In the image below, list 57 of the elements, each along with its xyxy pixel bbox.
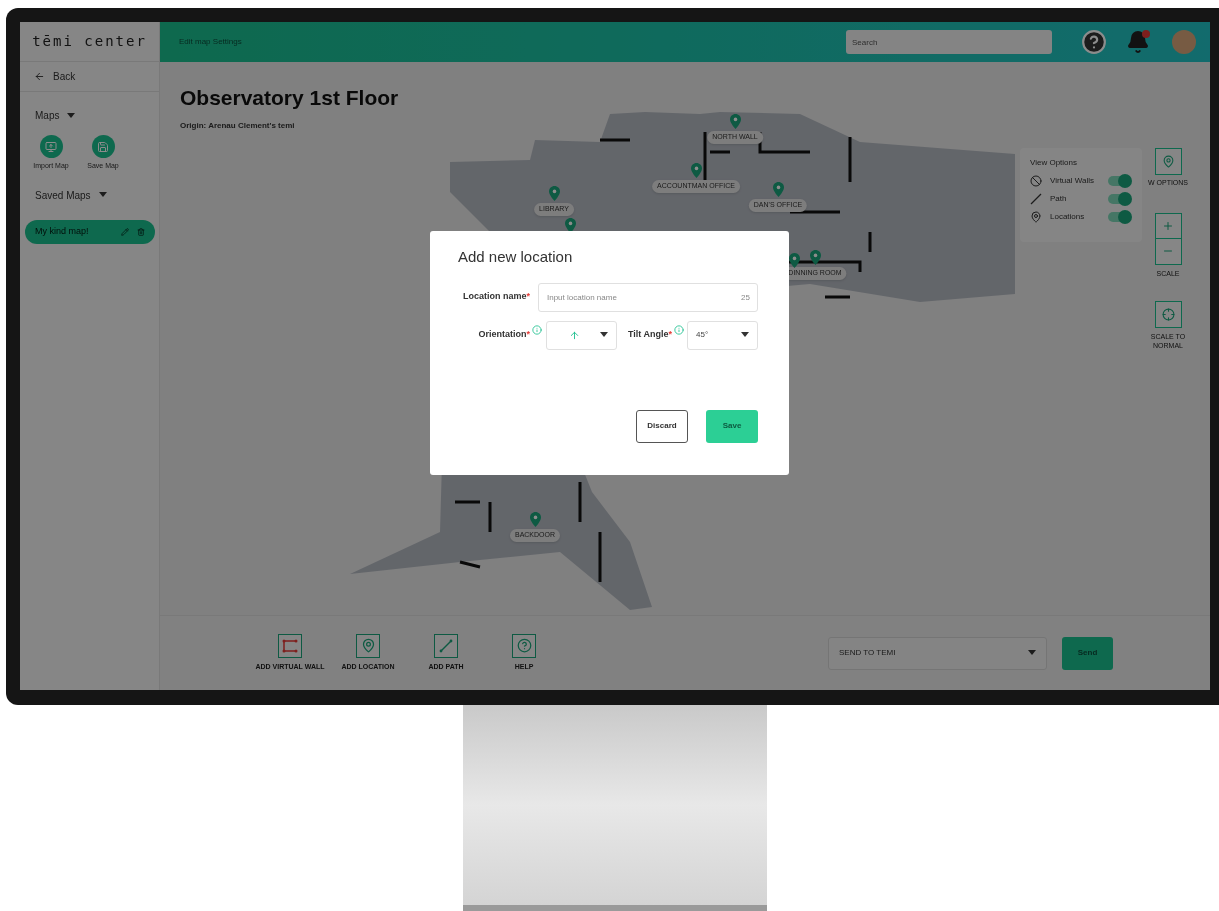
map-origin: Origin: Arenau Clement's temi [180,119,295,132]
orientation-select[interactable] [546,320,617,350]
map-pin-icon[interactable] [788,253,800,268]
required-mark: * [526,291,530,302]
maps-menu[interactable]: Maps [35,108,76,123]
toggle-switch[interactable] [1108,194,1130,204]
map-pin-icon [1030,211,1042,223]
save-button[interactable]: Save [706,409,758,443]
help-icon[interactable] [1081,29,1107,55]
character-counter: 25 [741,291,750,304]
toggle-switch[interactable] [1108,212,1130,222]
back-button[interactable]: Back [20,62,159,92]
required-mark: * [526,329,530,340]
plus-icon [1162,219,1174,232]
logo: tēmi center [32,32,147,51]
field-label: Tilt Angle* [628,328,672,342]
info-icon[interactable] [674,324,684,335]
map-pin-icon [1161,155,1175,168]
caret-icon [741,332,749,338]
toggle-switch[interactable] [1108,176,1130,186]
saved-map-name: My kind map! [35,224,90,238]
map-title: Observatory 1st Floor [180,85,399,111]
rectangle-icon [282,638,298,653]
import-icon [45,140,57,153]
view-options-button[interactable] [1154,148,1182,175]
prohibited-icon [1030,175,1042,187]
field-label: Orientation* [477,328,530,342]
option-label: Path [1050,193,1068,205]
search-field[interactable]: Search [846,30,1052,54]
option-label: Virtual Walls [1050,175,1095,187]
scale-to-normal-button[interactable] [1154,301,1182,328]
line-icon [439,638,453,653]
save-map-button[interactable] [91,135,115,158]
required-mark: * [668,329,672,340]
line-icon [1030,193,1042,205]
arrow-up-icon [569,329,580,341]
saved-maps-menu[interactable]: Saved Maps [35,187,107,203]
dialog-title: Add new location [458,247,574,267]
caret-icon [600,332,608,338]
back-arrow-icon [34,71,45,82]
send-target-dropdown[interactable]: SEND TO TEMI [828,636,1047,670]
crosshair-icon [1161,308,1175,321]
field-label: Location name* [461,290,530,304]
saved-map-item[interactable]: My kind map! [25,219,155,244]
map-pin-icon [360,638,376,654]
import-map-button[interactable] [39,135,63,158]
option-label: Locations [1050,211,1086,223]
discard-button[interactable]: Discard [636,409,688,443]
info-icon[interactable] [532,324,542,335]
map-pin-icon[interactable] [809,250,821,265]
trash-icon[interactable] [137,227,145,236]
caret-icon [1028,650,1036,656]
help-icon [516,638,532,654]
pencil-icon[interactable] [121,227,129,236]
tilt-angle-select[interactable]: 45° [687,320,758,350]
bell-icon[interactable] [1126,30,1150,54]
panel-title: View Options [1030,157,1078,169]
